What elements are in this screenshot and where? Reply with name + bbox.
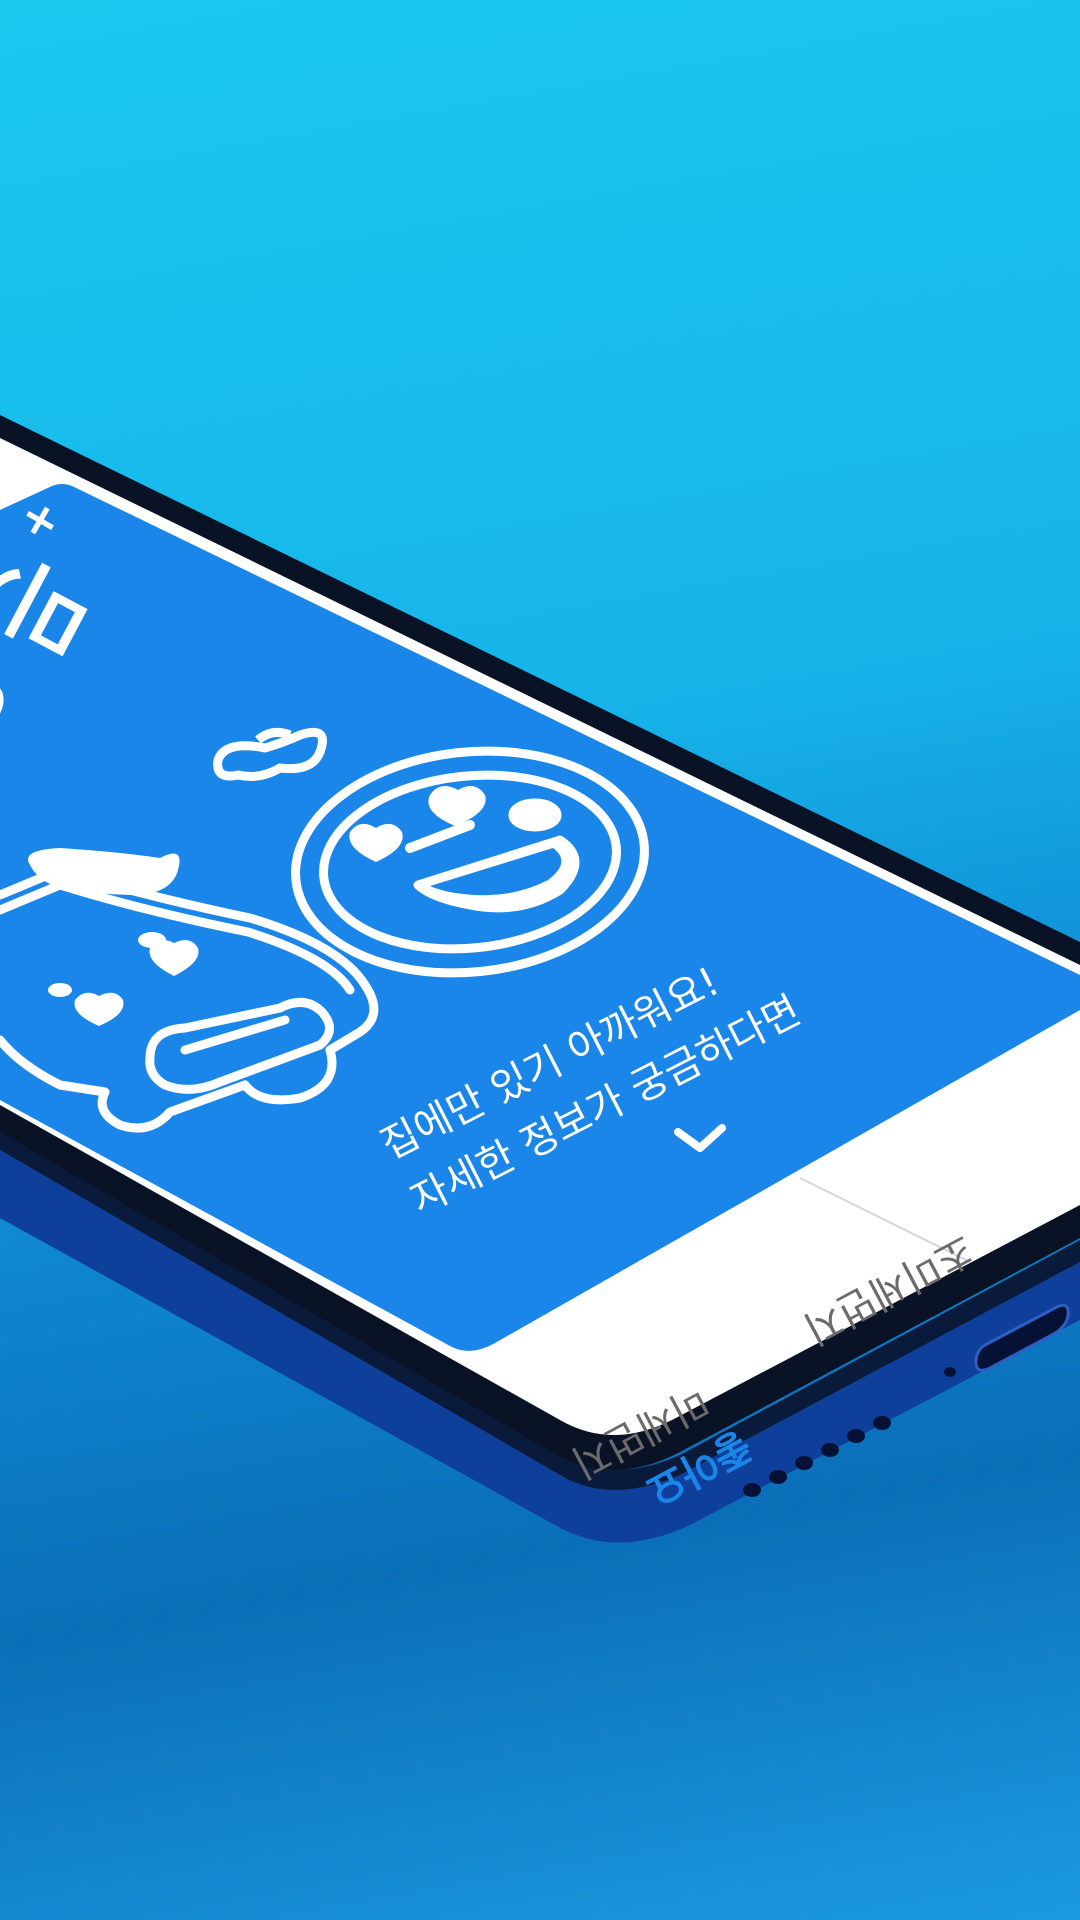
app-store-screenshot: + 미세먼지 아직도 어때 오늘: [0, 0, 1080, 1920]
phone-scene: + 미세먼지 아직도 어때 오늘: [0, 415, 1080, 1543]
